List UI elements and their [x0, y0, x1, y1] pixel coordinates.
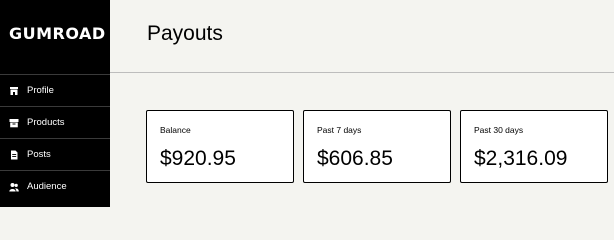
card-value: $606.85 — [317, 147, 393, 170]
balance-card: Balance $920.95 — [146, 110, 294, 183]
sidebar-item-audience[interactable]: Audience — [0, 170, 110, 202]
card-label: Past 7 days — [317, 125, 362, 135]
sidebar-item-products[interactable]: Products — [0, 106, 110, 138]
gumroad-logo[interactable]: GUMROAD — [9, 24, 106, 43]
past-7-days-card: Past 7 days $606.85 — [303, 110, 451, 183]
card-label: Balance — [160, 125, 191, 135]
page-header: Payouts — [110, 0, 614, 73]
card-value: $2,316.09 — [474, 147, 568, 170]
past-30-days-card: Past 30 days $2,316.09 — [460, 110, 608, 183]
people-icon — [9, 182, 19, 192]
card-label: Past 30 days — [474, 125, 524, 135]
sidebar-item-label: Audience — [27, 181, 67, 192]
sidebar-item-label: Products — [27, 117, 65, 128]
sidebar-item-label: Posts — [27, 149, 51, 160]
archive-icon — [9, 118, 19, 128]
sidebar-item-label: Profile — [27, 85, 54, 96]
main-content: Payouts Balance $920.95 Past 7 days $606… — [110, 0, 614, 207]
page-title: Payouts — [147, 22, 223, 45]
sidebar-nav: Profile Products Posts Audience — [0, 74, 110, 202]
sidebar-item-posts[interactable]: Posts — [0, 138, 110, 170]
document-icon — [9, 150, 19, 160]
card-value: $920.95 — [160, 147, 236, 170]
shop-icon — [9, 86, 19, 96]
sidebar: GUMROAD Profile Products Posts Audience — [0, 0, 110, 207]
sidebar-item-profile[interactable]: Profile — [0, 74, 110, 106]
